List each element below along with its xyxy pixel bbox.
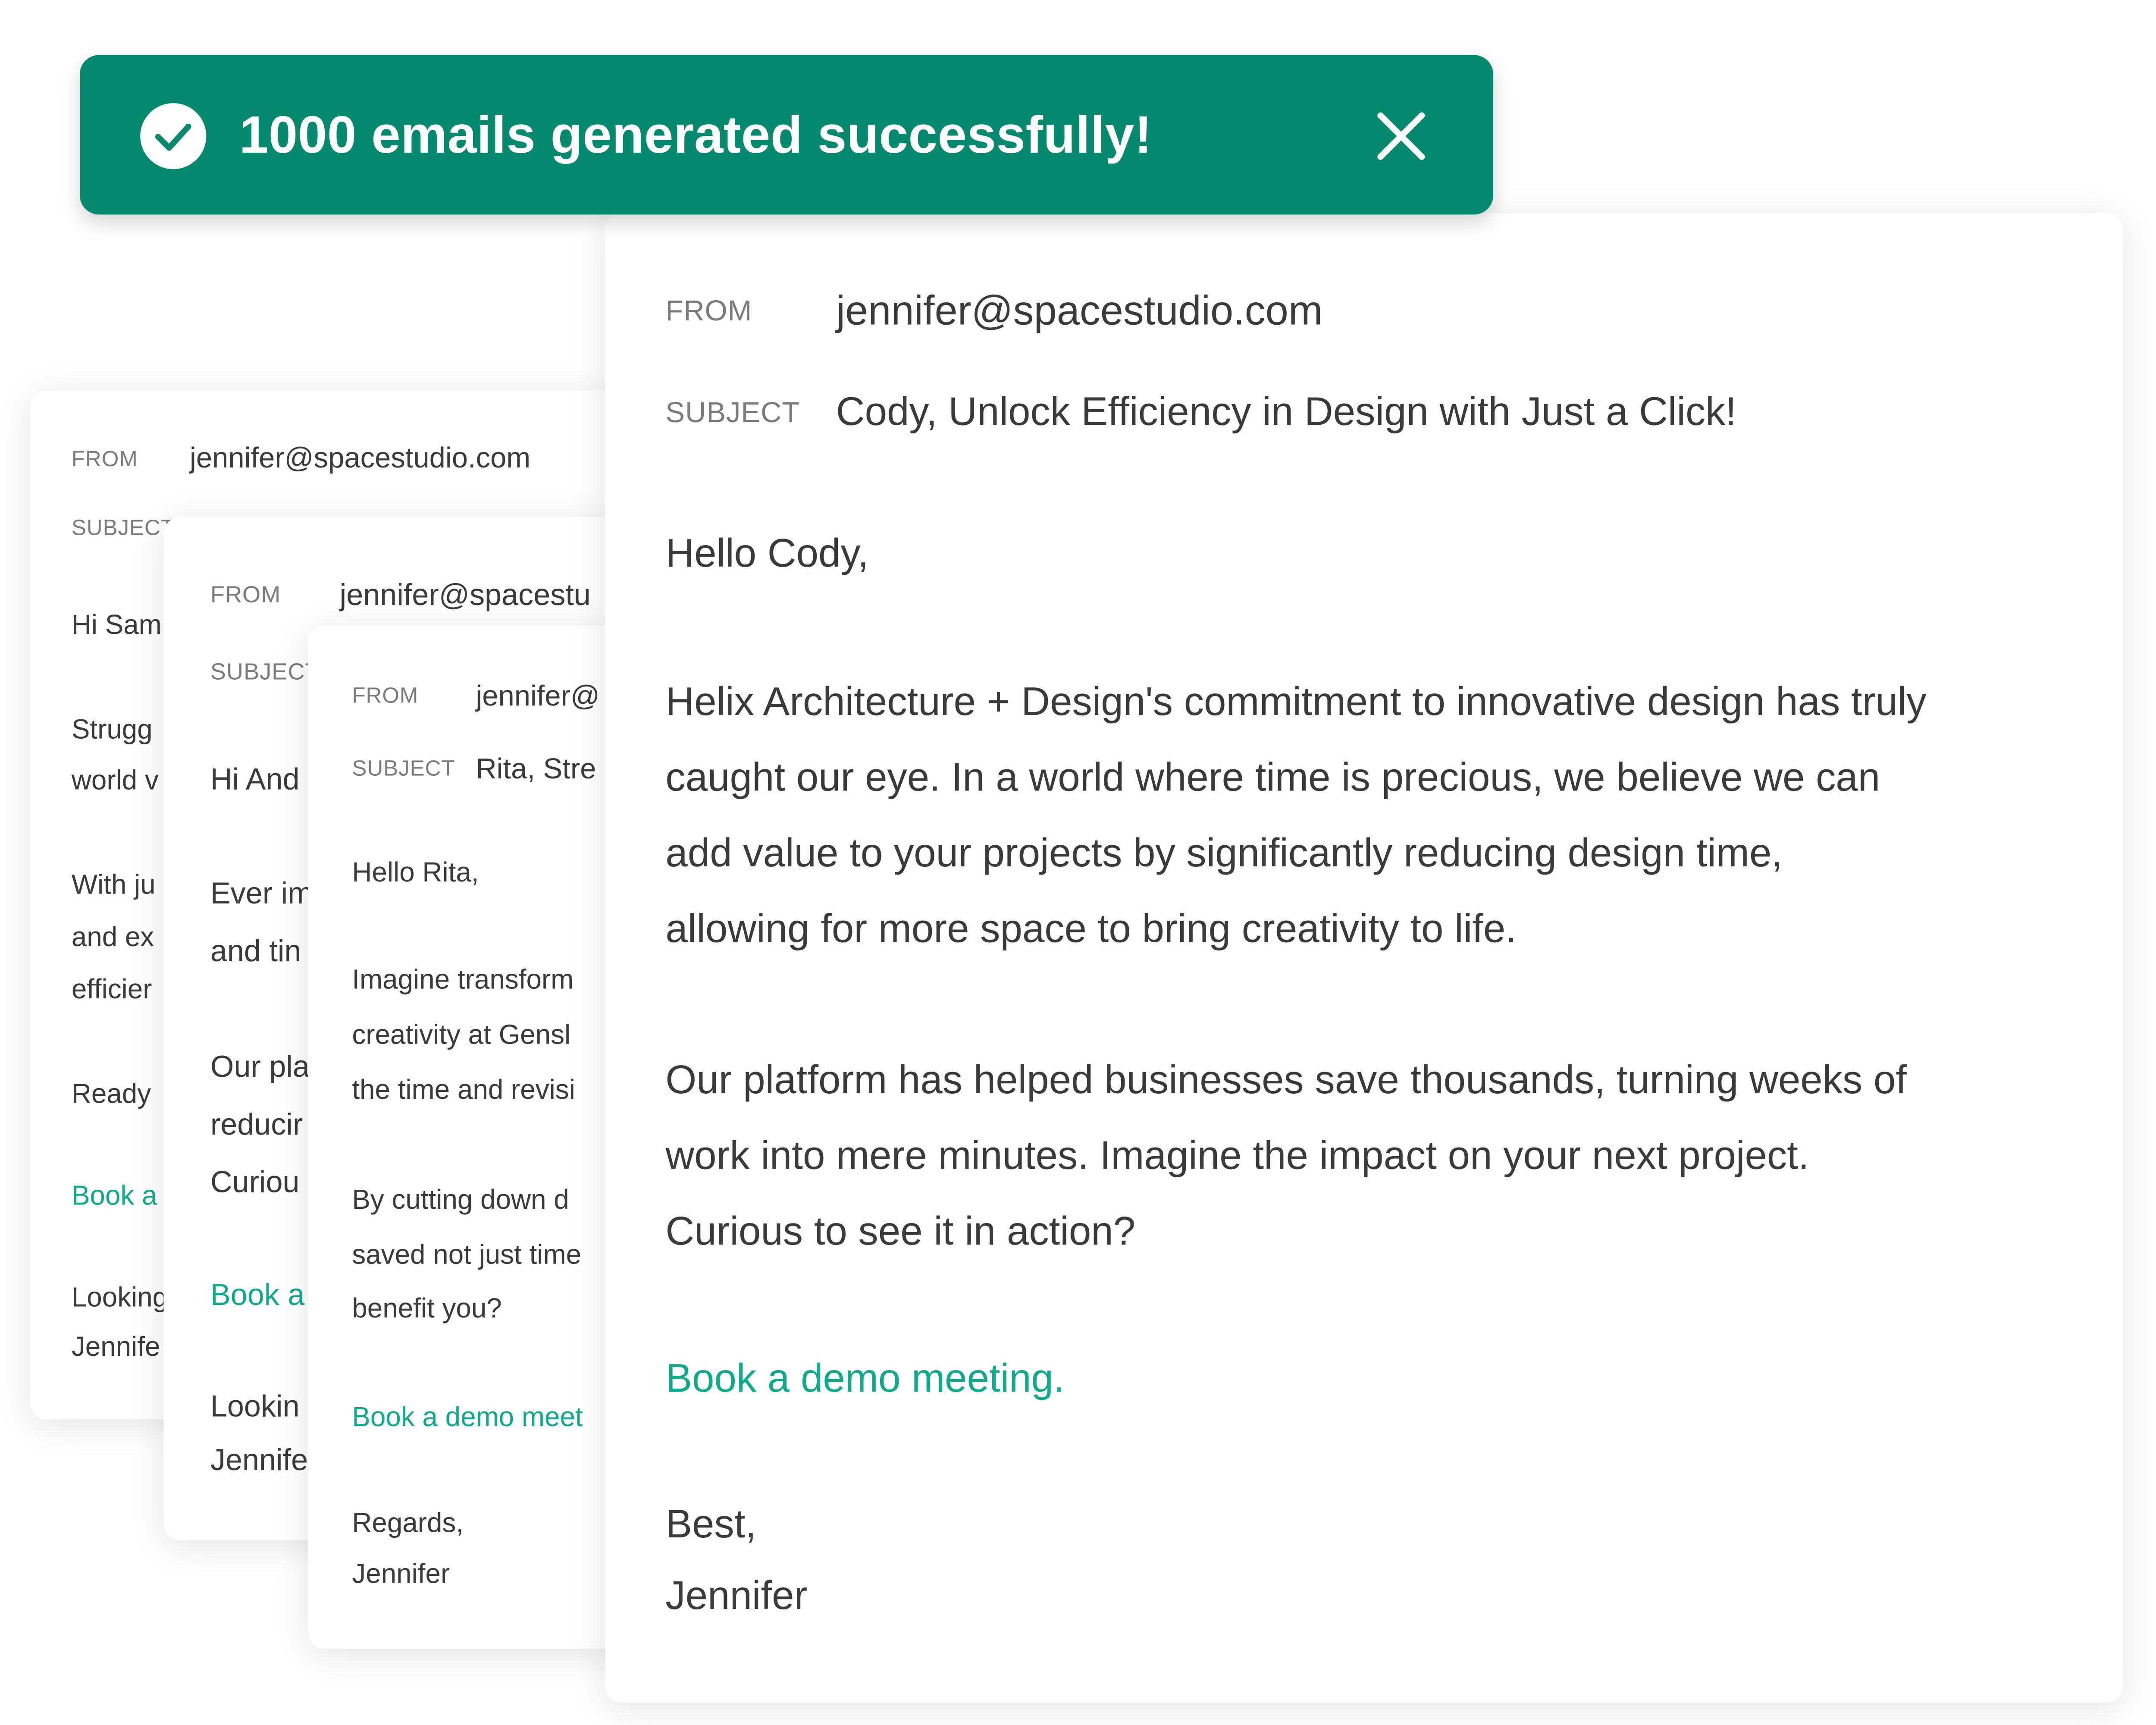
body-line: caught our eye. In a world where time is… xyxy=(665,756,1880,800)
body-line: add value to your projects by significan… xyxy=(665,832,1783,876)
body-line: Ready xyxy=(71,1079,151,1110)
body-line: creativity at Gensl xyxy=(352,1020,571,1051)
signature: Jennifer xyxy=(665,1574,808,1619)
body-line: With ju xyxy=(71,870,156,901)
from-address: jennifer@spacestudio.com xyxy=(190,442,531,475)
body-line: world v xyxy=(71,766,159,797)
body-line: saved not just time xyxy=(352,1240,582,1271)
from-address: jennifer@spacestudio.com xyxy=(836,289,1323,334)
body-line: Curious to see it in action? xyxy=(665,1210,1136,1255)
from-label: FROM xyxy=(71,448,138,472)
signature: Jennife xyxy=(210,1443,308,1477)
body-line: and ex xyxy=(71,922,154,953)
closing: Best, xyxy=(665,1503,757,1547)
body-line: Ever im xyxy=(210,876,313,910)
body-line: allowing for more space to bring creativ… xyxy=(665,907,1517,952)
greeting: Hello Cody, xyxy=(665,532,869,577)
body-line: Helix Architecture + Design's commitment… xyxy=(665,681,1927,725)
subject-label: SUBJECT xyxy=(352,758,455,781)
subject-label: SUBJECT xyxy=(210,659,320,685)
greeting: Hi And xyxy=(210,762,300,797)
body-line: Strugg xyxy=(71,715,153,746)
close-icon[interactable] xyxy=(1372,107,1430,165)
body-line: and tin xyxy=(210,934,301,968)
from-label: FROM xyxy=(665,295,752,327)
body-line: work into mere minutes. Imagine the impa… xyxy=(665,1134,1809,1179)
body-line: Our pla xyxy=(210,1049,310,1084)
from-address: jennifer@spacestu xyxy=(339,577,591,612)
closing: Lookin xyxy=(210,1389,300,1424)
body-line: Imagine transform xyxy=(352,965,574,996)
body-line: Curiou xyxy=(210,1164,300,1199)
book-demo-link[interactable]: Book a xyxy=(210,1277,304,1313)
body-line: the time and revisi xyxy=(352,1075,575,1106)
body-line: By cutting down d xyxy=(352,1185,569,1216)
book-demo-link[interactable]: Book a demo meeting. xyxy=(665,1357,1064,1402)
subject-text: Cody, Unlock Efficiency in Design with J… xyxy=(836,390,1737,435)
from-label: FROM xyxy=(210,581,281,608)
signature: Jennife xyxy=(71,1332,160,1363)
check-circle-icon xyxy=(140,103,207,169)
closing: Looking xyxy=(71,1283,168,1314)
body-line: reducir xyxy=(210,1107,303,1142)
subject-text: Rita, Stre xyxy=(476,753,596,785)
body-line: benefit you? xyxy=(352,1294,502,1324)
subject-label: SUBJECT xyxy=(71,517,175,541)
toast-message: 1000 emails generated successfully! xyxy=(239,107,1152,165)
from-address: jennifer@ xyxy=(476,681,600,712)
from-label: FROM xyxy=(352,685,419,709)
body-line: Our platform has helped businesses save … xyxy=(665,1059,1907,1103)
canvas: 1000 emails generated successfully! FROM… xyxy=(0,0,2156,1725)
body-line: efficier xyxy=(71,975,152,1006)
subject-label: SUBJECT xyxy=(665,397,800,429)
signature: Jennifer xyxy=(352,1559,450,1590)
book-demo-link[interactable]: Book a demo meet xyxy=(352,1403,583,1434)
greeting: Hello Rita, xyxy=(352,858,479,888)
closing: Regards, xyxy=(352,1509,464,1539)
email-card-cody[interactable]: FROM jennifer@spacestudio.com SUBJECT Co… xyxy=(605,213,2123,1703)
book-demo-link[interactable]: Book a xyxy=(72,1181,157,1213)
greeting: Hi Sam xyxy=(71,610,162,641)
